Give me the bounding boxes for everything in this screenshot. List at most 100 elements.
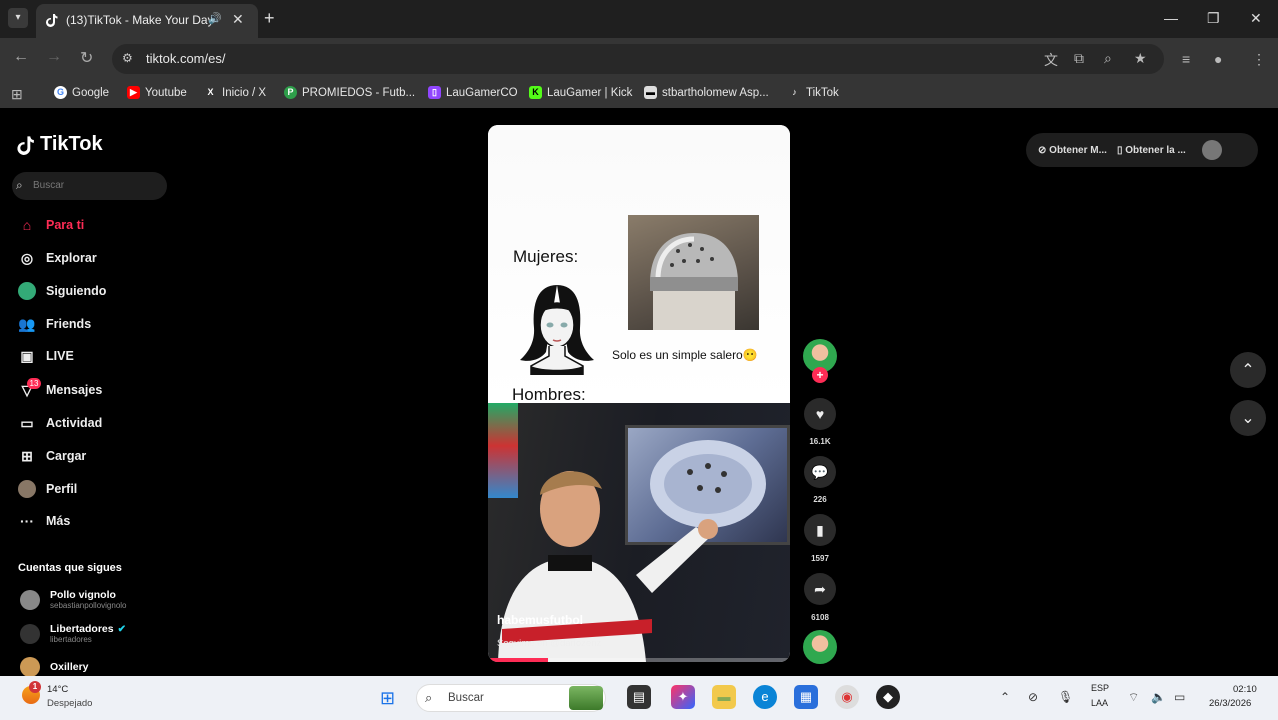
app-icon[interactable]: ◆: [876, 685, 900, 709]
nav-live[interactable]: ▣ LIVE: [18, 344, 73, 368]
bookmark-x[interactable]: X Inicio / X: [204, 86, 266, 99]
chrome-icon[interactable]: ◉: [835, 685, 859, 709]
profile-avatar[interactable]: [1201, 140, 1222, 160]
reload-icon[interactable]: ↻: [80, 48, 93, 68]
previous-video-button[interactable]: ⌃: [1230, 352, 1266, 388]
new-tab-button[interactable]: +: [264, 8, 275, 29]
bookmark-stbartholomew[interactable]: ▬ stbartholomew Asp...: [644, 86, 769, 99]
url-text[interactable]: tiktok.com/es/: [146, 51, 225, 66]
taskbar-search[interactable]: ⌕ Buscar: [416, 684, 606, 712]
close-window-icon[interactable]: ✕: [1250, 10, 1262, 27]
profile-icon[interactable]: ●: [1214, 51, 1222, 67]
zoom-icon[interactable]: ⌕: [1104, 50, 1112, 67]
search-input[interactable]: ⌕ Buscar: [12, 172, 167, 200]
nav-perfil[interactable]: Perfil: [18, 477, 77, 501]
tray-chevron-up-icon[interactable]: ⌃: [1000, 690, 1010, 704]
edge-icon[interactable]: e: [753, 685, 777, 709]
nav-siguiendo[interactable]: Siguiendo: [18, 279, 106, 303]
apps-grid-icon[interactable]: ⊞: [11, 86, 23, 103]
search-highlight-icon: [569, 686, 603, 710]
bookmark-label: Inicio / X: [222, 86, 267, 99]
bookmark-kick[interactable]: K LauGamer | Kick: [529, 86, 632, 99]
tiktok-page: TikTok ⌕ Buscar ⌂ Para ti ◎ Explorar Sigui…: [0, 108, 1278, 677]
browser-toolbar: ← → ↻ ⚙ tiktok.com/es/ ⽂ ⧉ ⌕ ★ ≡ ● ⋮: [0, 38, 1278, 80]
get-pc-app-button[interactable]: ⊘ Obtener M...: [1038, 145, 1107, 156]
nav-friends[interactable]: 👥 Friends: [18, 312, 91, 336]
bookmark-youtube[interactable]: ▶ Youtube: [127, 86, 187, 99]
restore-icon[interactable]: ❐: [1207, 10, 1220, 27]
bookmark-google[interactable]: G Google: [54, 86, 109, 99]
input-language[interactable]: ESP: [1091, 683, 1109, 693]
video-progress-bar[interactable]: [488, 658, 790, 662]
task-view-icon[interactable]: ▤: [627, 685, 651, 709]
nav-label: Friends: [46, 317, 92, 331]
file-explorer-icon[interactable]: ▬: [712, 685, 736, 709]
chevron-up-icon: ⌃: [1241, 362, 1255, 379]
following-account-pollo[interactable]: Pollo vignolo sebastianpollovignolo: [20, 589, 127, 610]
follow-plus-icon[interactable]: +: [812, 367, 828, 383]
following-account-libertadores[interactable]: Libertadores ✔ libertadores: [20, 623, 126, 644]
search-icon: ⌕: [425, 690, 433, 705]
minimize-icon[interactable]: —: [1164, 10, 1178, 26]
nav-label: Actividad: [46, 416, 103, 430]
clock-time[interactable]: 02:10: [1233, 684, 1257, 695]
bookmark-star-icon[interactable]: ★: [1134, 50, 1147, 67]
nav-explorar[interactable]: ◎ Explorar: [18, 246, 97, 270]
like-button[interactable]: ♥: [804, 398, 836, 430]
next-video-button[interactable]: ⌄: [1230, 400, 1266, 436]
nav-actividad[interactable]: ▭ Actividad: [18, 411, 102, 435]
speaker-icon[interactable]: 🔊: [208, 12, 222, 25]
music-disc-avatar[interactable]: [803, 630, 837, 664]
following-account-oxillery[interactable]: Oxillery: [20, 657, 89, 677]
get-pc-app-label: Obtener M...: [1049, 144, 1107, 156]
upload-plus-icon: ⊞: [21, 447, 33, 464]
nav-label: Siguiendo: [46, 284, 107, 298]
site-info-icon[interactable]: ⚙: [122, 51, 133, 65]
battery-icon[interactable]: ▭: [1174, 690, 1185, 704]
nav-para-ti[interactable]: ⌂ Para ti: [18, 213, 84, 237]
back-arrow-icon[interactable]: ←: [13, 48, 29, 66]
install-app-icon[interactable]: ⧉: [1074, 50, 1084, 67]
video-author-handle[interactable]: habemusfutbol: [497, 613, 583, 627]
microphone-icon[interactable]: 🎙: [1058, 690, 1073, 704]
volume-icon[interactable]: 🔈: [1151, 690, 1166, 704]
temperature[interactable]: 14°C: [47, 684, 68, 695]
bookmark-twitch[interactable]: ▯ LauGamerCO: [428, 86, 518, 99]
save-button[interactable]: ▮: [804, 514, 836, 546]
nav-mas[interactable]: ··· Más: [18, 509, 70, 533]
bookmark-promiedos[interactable]: P PROMIEDOS - Futb...: [284, 86, 415, 99]
copilot-icon[interactable]: ✦: [671, 685, 695, 709]
video-player[interactable]: Mujeres: Solo es un simple salero😶 Hombr…: [488, 125, 790, 662]
bookmark-tiktok[interactable]: ♪ TikTok: [788, 86, 839, 99]
share-button[interactable]: ➦: [804, 573, 836, 605]
tiktok-logo[interactable]: TikTok: [16, 133, 103, 156]
translate-icon[interactable]: ⽂: [1044, 50, 1058, 70]
address-bar[interactable]: ⚙ tiktok.com/es/ ⽂ ⧉ ⌕ ★: [112, 44, 1164, 74]
meme-caption: Solo es un simple salero😶: [612, 348, 758, 362]
kick-icon: K: [529, 86, 542, 99]
get-mobile-app-button[interactable]: ▯ Obtener la ...: [1117, 145, 1186, 156]
wifi-icon[interactable]: ⌔: [1128, 690, 1139, 705]
close-tab-icon[interactable]: ✕: [232, 11, 244, 28]
nav-cargar[interactable]: ⊞ Cargar: [18, 444, 86, 468]
search-icon: ⌕: [16, 178, 23, 192]
active-tab[interactable]: (13)TikTok - Make Your Day 🔊 ✕: [36, 4, 258, 38]
x-icon: X: [207, 87, 214, 97]
extensions-icon[interactable]: ≡: [1182, 51, 1190, 67]
windows-start-icon[interactable]: ⊞: [380, 688, 395, 709]
friends-icon: 👥: [18, 315, 36, 332]
bookmark-label: TikTok: [806, 86, 839, 99]
verified-badge-icon: ✔: [117, 623, 126, 635]
tab-search-button[interactable]: ▾: [8, 8, 28, 28]
tiktok-favicon-icon: [46, 14, 58, 27]
avatar: [20, 623, 40, 644]
network-off-icon[interactable]: ⊘: [1028, 690, 1038, 704]
comment-button[interactable]: 💬: [804, 456, 836, 488]
following-avatar-icon: [18, 282, 36, 300]
bookmark-label: LauGamer | Kick: [547, 86, 633, 99]
avatar: [20, 589, 40, 610]
menu-dots-icon[interactable]: ⋮: [1252, 51, 1266, 68]
forward-arrow-icon[interactable]: →: [46, 48, 62, 66]
store-icon[interactable]: ▦: [794, 685, 818, 709]
bookmarks-bar: ⊞ G Google ▶ Youtube X Inicio / X P PROMIEDO…: [0, 80, 1278, 108]
